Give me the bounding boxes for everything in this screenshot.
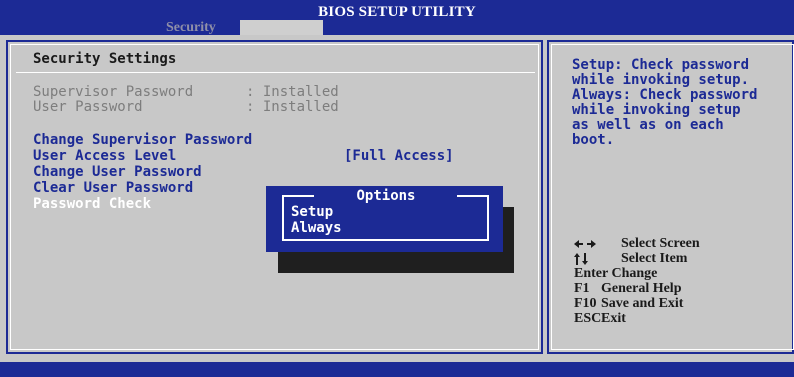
- window-title: BIOS SETUP UTILITY: [318, 4, 476, 20]
- change-supervisor-password-option[interactable]: Change Supervisor Password: [33, 132, 252, 148]
- f10-key: F10: [574, 296, 597, 311]
- options-popup-frame-top-right: [457, 195, 489, 197]
- help-line: while invoking setup.: [572, 72, 750, 88]
- help-line: boot.: [572, 132, 615, 148]
- tab-security[interactable]: Security: [166, 21, 238, 35]
- password-check-option[interactable]: Password Check: [33, 196, 151, 212]
- left-right-arrows-icon: [574, 238, 596, 253]
- options-popup-title: Options: [356, 188, 416, 204]
- esc-key: ESC: [574, 311, 602, 326]
- help-line: Always: Check password: [572, 87, 758, 103]
- user-password-status: : Installed: [246, 99, 339, 115]
- tab-highlight: [240, 20, 323, 35]
- heading-divider: [16, 72, 535, 73]
- f10-label: Save and Exit: [601, 296, 684, 311]
- help-line: Setup: Check password: [572, 57, 750, 73]
- enter-change-label: Enter Change: [574, 266, 658, 281]
- select-item-label: Select Item: [621, 251, 688, 266]
- change-user-password-option[interactable]: Change User Password: [33, 164, 202, 180]
- option-always[interactable]: Always: [291, 220, 342, 236]
- option-setup[interactable]: Setup: [291, 204, 333, 220]
- help-text: Setup: Check password while invoking set…: [572, 58, 792, 148]
- clear-user-password-option[interactable]: Clear User Password: [33, 180, 193, 196]
- bios-screen: BIOS SETUP UTILITY Security Security Set…: [0, 0, 794, 377]
- bottom-bar: [0, 362, 794, 377]
- supervisor-password-status: : Installed: [246, 84, 339, 100]
- help-line: as well as on each: [572, 117, 724, 133]
- options-popup-frame-top-left: [282, 195, 314, 197]
- esc-label: Exit: [601, 311, 626, 326]
- supervisor-password-label: Supervisor Password: [33, 84, 194, 100]
- help-line: while invoking setup: [572, 102, 741, 118]
- f1-key: F1: [574, 281, 590, 296]
- page-title: Security Settings: [33, 51, 177, 67]
- user-password-label: User Password: [33, 99, 143, 115]
- user-access-level-value[interactable]: [Full Access]: [344, 148, 454, 164]
- select-screen-label: Select Screen: [621, 236, 700, 251]
- f1-label: General Help: [601, 281, 682, 296]
- user-access-level-option[interactable]: User Access Level: [33, 148, 176, 164]
